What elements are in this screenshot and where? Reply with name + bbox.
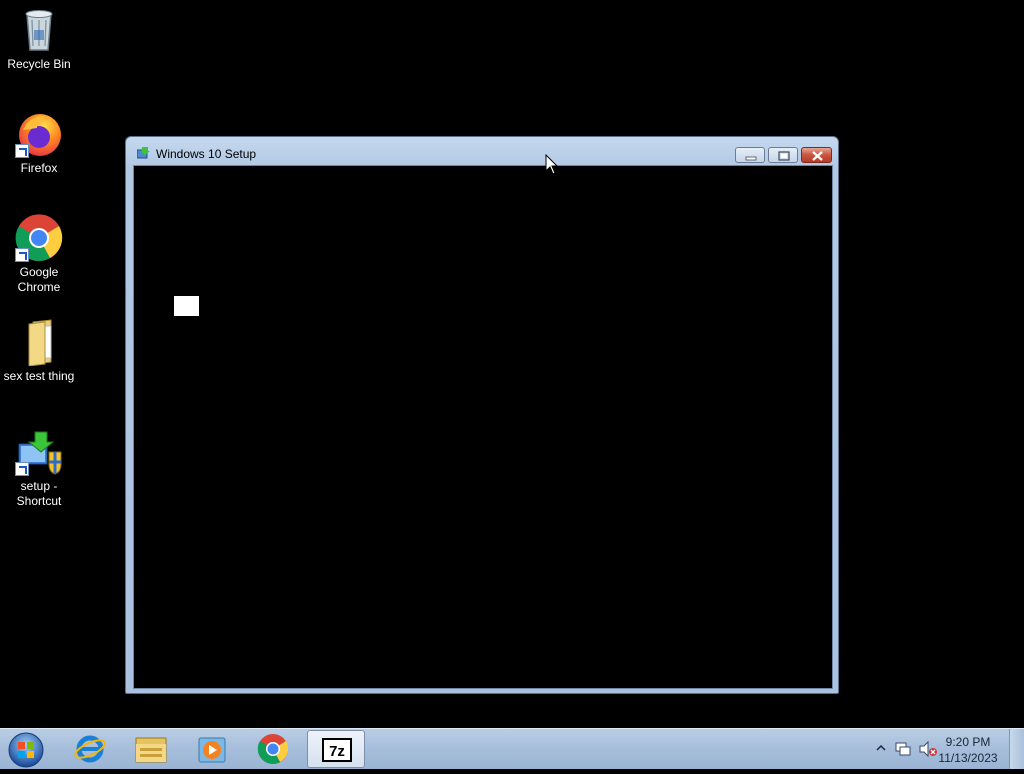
setup-app-icon (136, 146, 151, 159)
svg-text:7z: 7z (329, 743, 345, 760)
desktop-icon-label: setup - Shortcut (16, 479, 62, 508)
shortcut-arrow-icon (15, 248, 29, 262)
desktop-icon-setup-shortcut[interactable]: setup - Shortcut (0, 428, 78, 509)
shortcut-arrow-icon (15, 144, 29, 158)
minimize-icon (745, 156, 757, 161)
taskbar-file-explorer[interactable] (122, 730, 180, 768)
chrome-icon (15, 214, 63, 262)
folder-icon (15, 318, 63, 367)
desktop-icon-recycle-bin[interactable]: Recycle Bin (0, 6, 78, 72)
desktop-icon-label: Recycle Bin (7, 57, 71, 71)
clock-date[interactable]: 11/13/2023 (933, 751, 1003, 765)
window-client-area[interactable] (133, 165, 833, 689)
taskbar: 7z 9:20 PM 11/13/2023 (0, 728, 1024, 769)
close-icon (812, 151, 823, 161)
window-titlebar[interactable]: Windows 10 Setup (126, 137, 838, 165)
show-hidden-icons-chevron[interactable] (876, 743, 886, 753)
maximize-button[interactable] (768, 147, 798, 163)
desktop-icon-label: Google Chrome (17, 265, 61, 294)
desktop-icon-folder[interactable]: sex test thing (0, 318, 78, 384)
media-player-icon (198, 737, 226, 763)
clock-time[interactable]: 9:20 PM (933, 735, 1003, 749)
text-cursor-block (174, 296, 199, 316)
mouse-pointer-icon (545, 154, 559, 175)
desktop-icon-label: sex test thing (3, 369, 75, 383)
start-button[interactable] (6, 731, 46, 769)
window-title: Windows 10 Setup (156, 147, 257, 161)
firefox-icon (15, 110, 63, 158)
desktop-icon-google-chrome[interactable]: Google Chrome (0, 214, 78, 295)
system-tray: 9:20 PM 11/13/2023 (864, 729, 1024, 769)
maximize-icon (778, 151, 790, 161)
minimize-button[interactable] (735, 147, 765, 163)
taskbar-chrome[interactable] (244, 730, 302, 768)
taskbar-internet-explorer[interactable] (61, 730, 119, 768)
file-explorer-icon (135, 737, 167, 763)
desktop-icon-firefox[interactable]: Firefox (0, 110, 78, 176)
desktop-icon-label: Firefox (20, 161, 58, 175)
taskbar-7zip[interactable]: 7z (307, 730, 365, 768)
windows-start-icon (8, 732, 44, 768)
chrome-icon (257, 734, 289, 764)
7zip-icon: 7z (322, 738, 352, 762)
setup-window[interactable]: Windows 10 Setup (125, 136, 839, 694)
show-desktop-button[interactable] (1009, 729, 1024, 769)
close-button[interactable] (801, 147, 832, 163)
internet-explorer-icon (74, 735, 106, 763)
network-icon[interactable] (894, 740, 912, 758)
shortcut-arrow-icon (15, 462, 29, 476)
setup-icon (15, 428, 63, 476)
taskbar-media-player[interactable] (183, 730, 241, 768)
recycle-bin-icon (15, 6, 63, 54)
